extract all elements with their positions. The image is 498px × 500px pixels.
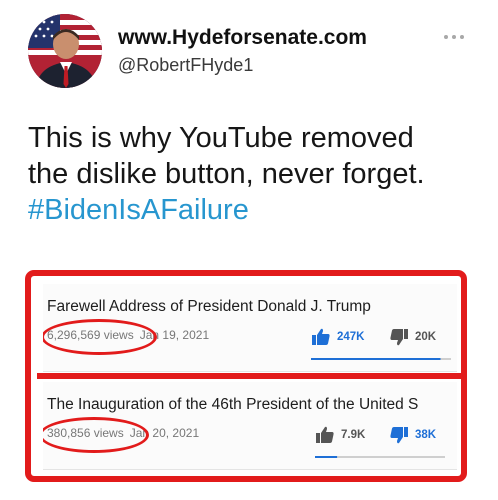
ratio-bar-fill <box>311 358 441 360</box>
highlight-divider <box>37 373 461 379</box>
user-handle[interactable]: @RobertFHyde1 <box>118 55 253 76</box>
tweet-line: This is why YouTube removed <box>28 122 414 154</box>
profile-photo <box>28 14 102 88</box>
video-card[interactable]: The Inauguration of the 46th President o… <box>43 382 457 470</box>
dot <box>444 35 448 39</box>
avatar[interactable] <box>28 14 102 88</box>
thumbs-down-icon <box>390 427 408 444</box>
thumbs-down-icon <box>390 329 408 346</box>
hashtag-link[interactable]: #BidenIsAFailure <box>28 192 478 228</box>
like-ratio-bar <box>311 358 451 360</box>
like-ratio-bar <box>315 456 445 458</box>
dislike-button[interactable]: 20K <box>389 328 436 346</box>
display-name[interactable]: www.Hydeforsenate.com <box>118 26 367 50</box>
upload-date: Jan 19, 2021 <box>139 328 210 342</box>
tweet-line: the dislike button, never forget. <box>28 158 425 190</box>
thumbs-up-icon <box>312 328 330 345</box>
video-title[interactable]: Farewell Address of President Donald J. … <box>47 298 371 316</box>
more-horizontal-icon[interactable] <box>444 33 466 41</box>
youtube-screenshot-image: Farewell Address of President Donald J. … <box>25 270 467 482</box>
like-count: 7.9K <box>341 429 366 441</box>
dislike-count: 20K <box>415 331 437 343</box>
like-button[interactable]: 7.9K <box>315 426 365 444</box>
upload-date: Jan 20, 2021 <box>129 426 200 440</box>
view-count: 6,296,569 views <box>47 328 134 342</box>
video-meta: 6,296,569 views Jan 19, 2021 <box>47 328 209 342</box>
view-count: 380,856 views <box>47 426 124 440</box>
video-card[interactable]: Farewell Address of President Donald J. … <box>43 284 457 372</box>
video-meta: 380,856 views Jan 20, 2021 <box>47 426 199 440</box>
video-title[interactable]: The Inauguration of the 46th President o… <box>47 396 418 414</box>
dot <box>452 35 456 39</box>
like-button[interactable]: 247K <box>311 328 365 346</box>
dislike-button[interactable]: 38K <box>389 426 436 444</box>
tweet-text: This is why YouTube removed the dislike … <box>28 120 478 228</box>
dot <box>460 35 464 39</box>
dislike-count: 38K <box>415 429 437 441</box>
ratio-bar-fill <box>315 456 338 458</box>
like-count: 247K <box>337 331 365 343</box>
thumbs-up-icon <box>316 426 334 443</box>
